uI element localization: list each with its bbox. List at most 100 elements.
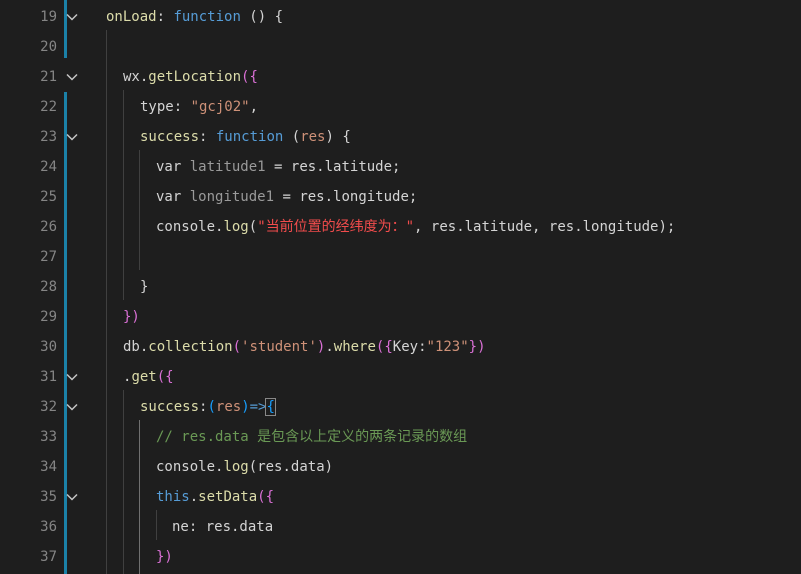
code-token: ); [658,219,676,235]
code-token: "123" [426,339,469,355]
code-line-23[interactable]: 23 success: function (res) { [0,122,801,152]
line-number: 21 [40,69,57,85]
code-token: : [199,129,216,145]
code-line-25[interactable]: 25 var longitude1 = res.longitude; [0,182,801,212]
chevron-down-icon[interactable] [66,401,78,413]
code-line-22[interactable]: 22 type: "gcj02", [0,92,801,122]
code-token: log [223,219,249,235]
code-token: console [156,219,216,235]
code-token: ) [241,399,250,415]
code-token: this [156,489,190,505]
code-token: , res.latitude, res.longitude [414,219,659,235]
code-token: ( [291,129,301,145]
line-number: 37 [40,549,57,565]
chevron-down-icon[interactable] [66,371,78,383]
code-token: = [274,189,300,205]
line-number: 31 [40,369,57,385]
code-token: "当前位置的经纬度为：" [257,219,415,235]
chevron-down-icon[interactable] [66,71,78,83]
line-number: 19 [40,9,57,25]
code-line-35[interactable]: 35 this.setData({ [0,482,801,512]
code-line-24[interactable]: 24 var latitude1 = res.latitude; [0,152,801,182]
code-token: ( [207,399,216,415]
code-token: get [131,369,157,385]
code-token: () { [240,9,284,25]
code-token: res [215,399,242,415]
code-token: ({ [156,369,174,385]
line-number: 29 [40,309,57,325]
bracket-match: { [265,398,276,416]
code-token: var [156,189,182,205]
code-token: ( [232,339,242,355]
code-token: ({ [257,489,275,505]
code-token: { [333,129,351,145]
line-number: 23 [40,129,57,145]
code-line-32[interactable]: 32 success:(res)=>{ [0,392,801,422]
code-line-19[interactable]: 19 onLoad: function () { [0,2,801,32]
code-line-30[interactable]: 30 db.collection('student').where({Key:"… [0,332,801,362]
code-token: . [325,339,334,355]
code-token: onLoad [106,9,157,25]
code-token: setData [198,489,258,505]
chevron-down-icon[interactable] [66,491,78,503]
code-line-20[interactable]: 20 [0,32,801,62]
line-number: 27 [40,249,57,265]
line-number: 36 [40,519,57,535]
code-token: , [249,99,259,115]
code-token: res.data [205,519,274,535]
code-token: }) [123,309,140,325]
code-token: ) [324,459,334,475]
code-line-37[interactable]: 37 }) [0,542,801,572]
code-token: success [140,399,200,415]
code-line-21[interactable]: 21 wx.getLocation({ [0,62,801,92]
line-number: 35 [40,489,57,505]
line-number: 26 [40,219,57,235]
code-token: var [156,159,182,175]
code-token: ({ [241,69,258,85]
code-line-29[interactable]: 29 }) [0,302,801,332]
code-line-27[interactable]: 27 [0,242,801,272]
code-token: }) [156,549,173,565]
code-token: ({ [375,339,393,355]
code-token: getLocation [148,69,242,85]
code-token: longitude1 [181,189,275,205]
code-token: collection [148,339,233,355]
line-number: 32 [40,399,57,415]
code-token: success [140,129,200,145]
line-number: 24 [40,159,57,175]
code-token: } [140,279,149,295]
line-number: 30 [40,339,57,355]
line-number: 28 [40,279,57,295]
line-number: 22 [40,99,57,115]
code-token: type [140,99,174,115]
code-line-36[interactable]: 36 ne: res.data [0,512,801,542]
code-token: Key [392,339,419,355]
code-line-33[interactable]: 33 // res.data 是包含以上定义的两条记录的数组 [0,422,801,452]
code-line-26[interactable]: 26 console.log("当前位置的经纬度为：", res.latitud… [0,212,801,242]
code-line-31[interactable]: 31 .get({ [0,362,801,392]
chevron-down-icon[interactable] [66,11,78,23]
code-token: res.longitude; [299,189,418,205]
code-token: ( [248,219,258,235]
code-token: res.latitude; [290,159,401,175]
code-token: => [249,399,267,415]
code-token: : [418,339,427,355]
code-token: 'student' [241,339,317,355]
code-token: }) [468,339,486,355]
chevron-down-icon[interactable] [66,131,78,143]
code-token: : [156,9,174,25]
code-token: res.data [257,459,325,475]
line-number: 25 [40,189,57,205]
line-number: 33 [40,429,57,445]
line-number: 20 [40,39,57,55]
code-token: ne [172,519,189,535]
code-token: where [333,339,376,355]
line-number: 34 [40,459,57,475]
code-token: res [300,129,326,145]
code-line-34[interactable]: 34 console.log(res.data) [0,452,801,482]
code-line-28[interactable]: 28 } [0,272,801,302]
code-token: ( [248,459,258,475]
code-token: = [265,159,291,175]
code-token: : [188,519,206,535]
